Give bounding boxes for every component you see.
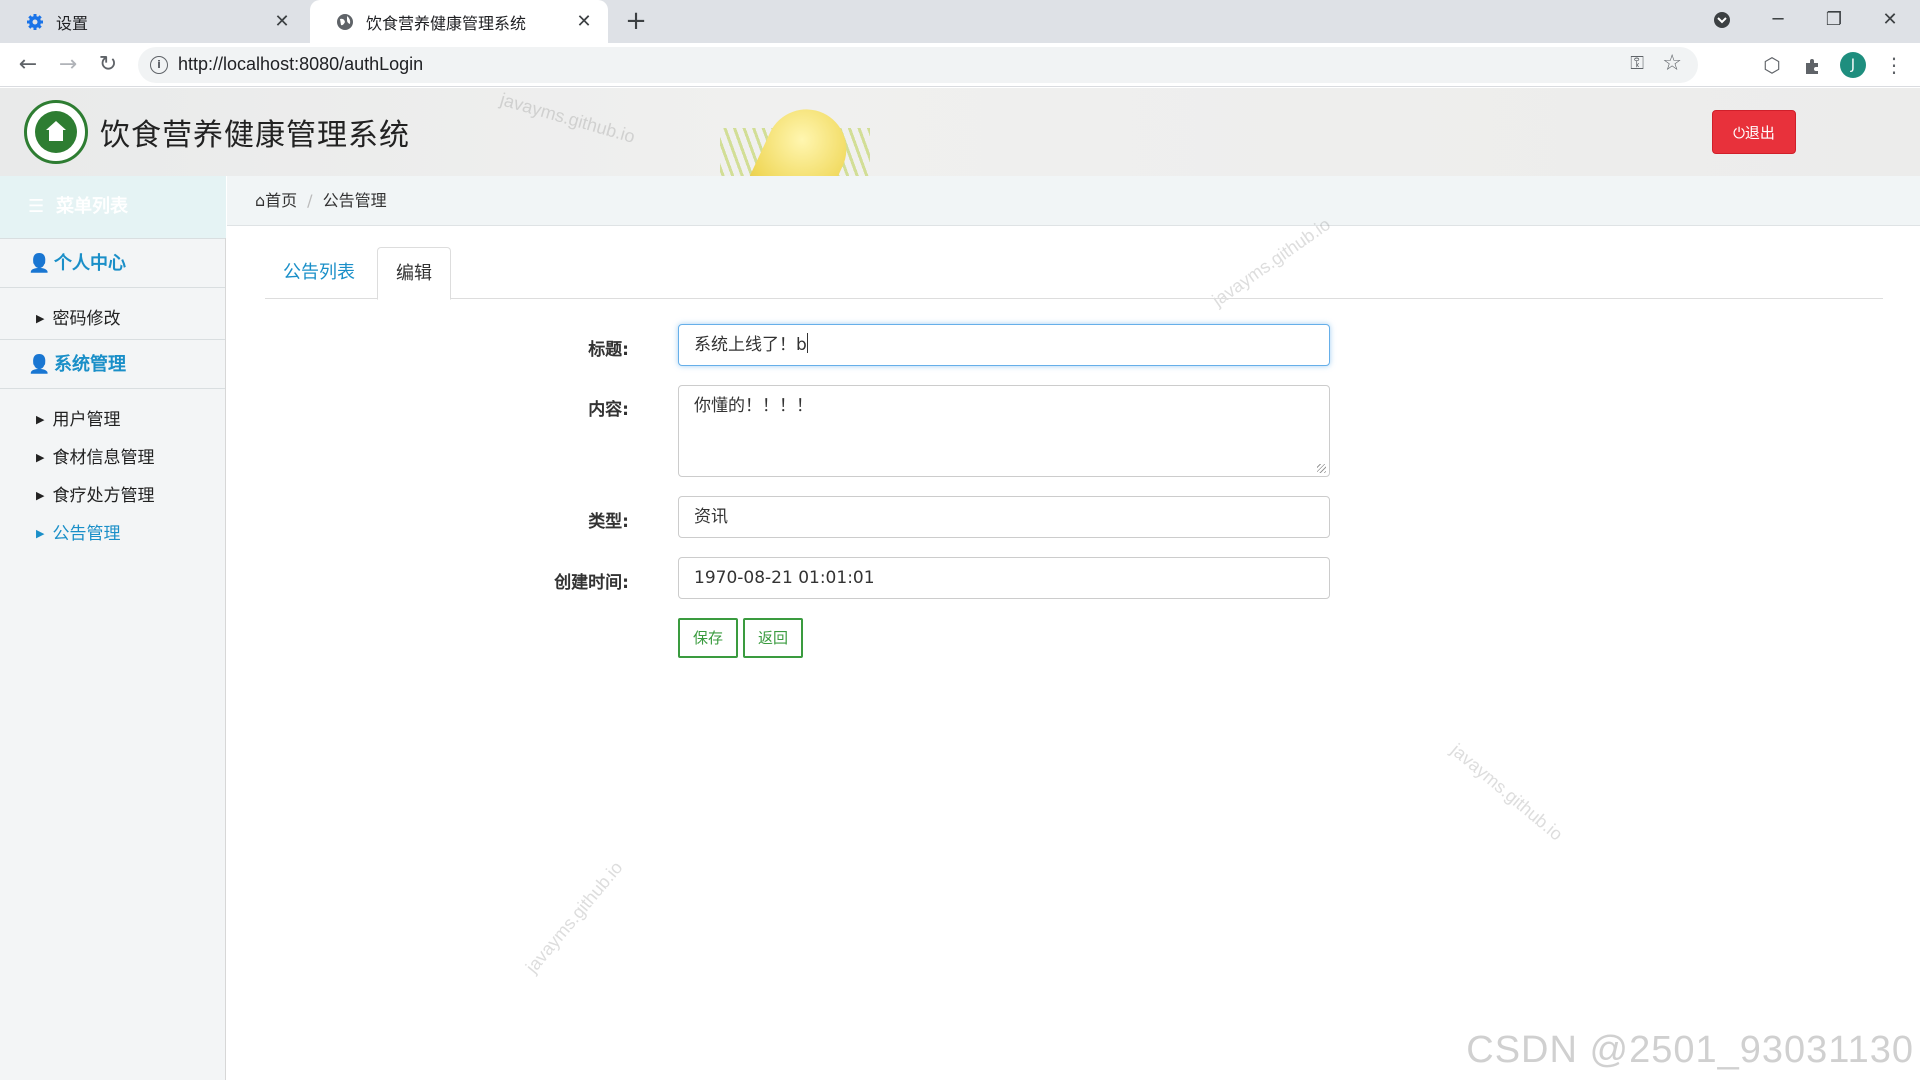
key-icon[interactable]: ⚿: [1630, 53, 1644, 74]
caret-right-icon: ▶: [36, 413, 45, 426]
reload-icon[interactable]: ↻: [94, 51, 122, 79]
watermark-text: javayms.github.io: [498, 89, 638, 147]
save-button[interactable]: 保存: [678, 618, 738, 658]
tab-edit[interactable]: 编辑: [377, 247, 451, 300]
extension-hexagon-icon[interactable]: ⬡: [1758, 51, 1786, 79]
sidebar-item-label: 食材信息管理: [52, 448, 155, 468]
sidebar-group-label: 个人中心: [54, 253, 126, 274]
new-tab-button[interactable]: +: [622, 8, 650, 36]
sidebar-item-label: 用户管理: [52, 410, 121, 430]
close-window-button[interactable]: ✕: [1862, 0, 1918, 43]
puzzle-extensions-icon[interactable]: [1798, 51, 1826, 79]
url-field[interactable]: i http://localhost:8080/authLogin ⚿ ☆: [138, 47, 1698, 83]
corn-banner-image: [700, 96, 900, 176]
caret-right-icon: ▶: [36, 489, 45, 502]
sidebar-item-label: 公告管理: [52, 524, 121, 544]
user-icon: 👤: [28, 253, 51, 274]
user-icon: 👤: [28, 354, 51, 375]
browser-tab-app[interactable]: 饮食营养健康管理系统 ✕: [310, 0, 608, 43]
back-arrow-icon[interactable]: ←: [14, 51, 42, 79]
text-cursor: [806, 333, 808, 353]
url-text: http://localhost:8080/authLogin: [178, 54, 424, 74]
content-textarea-value: 你懂的！！！！: [694, 396, 813, 416]
sidebar-header: ☰ 菜单列表: [0, 176, 226, 238]
address-bar: ← → ↻ i http://localhost:8080/authLogin …: [0, 43, 1920, 87]
bookmark-star-icon[interactable]: ☆: [1662, 51, 1682, 76]
breadcrumb-separator: /: [307, 191, 313, 210]
sidebar-item-label: 密码修改: [52, 309, 121, 329]
globe-icon: [336, 13, 354, 31]
created-time-input-value: 1970-08-21 01:01:01: [694, 568, 875, 588]
sidebar-item-prescriptions[interactable]: ▶ 食疗处方管理: [36, 481, 154, 506]
sidebar-group-personal[interactable]: 👤 个人中心: [0, 238, 225, 288]
sidebar-item-password[interactable]: ▶ 密码修改: [36, 304, 120, 329]
sidebar-group-label: 系统管理: [54, 354, 126, 375]
breadcrumb: ⌂首页 / 公告管理: [227, 176, 1920, 226]
sidebar-item-ingredients[interactable]: ▶ 食材信息管理: [36, 443, 154, 468]
content-label: 内容:: [588, 400, 629, 420]
resize-handle-icon[interactable]: [1317, 464, 1326, 473]
breadcrumb-current: 公告管理: [322, 191, 387, 210]
close-icon[interactable]: ✕: [574, 12, 594, 32]
caret-right-icon: ▶: [36, 527, 45, 540]
sidebar-item-announcements[interactable]: ▶ 公告管理: [36, 519, 120, 544]
sidebar: ☰ 菜单列表 👤 个人中心 ▶ 密码修改 👤 系统管理 ▶ 用户管理 ▶ 食材信息管理 ▶ 食…: [0, 176, 226, 1080]
type-input-value: 资讯: [694, 507, 728, 527]
watermark-text: javayms.github.io: [521, 857, 627, 977]
logout-button[interactable]: ⏻退出: [1712, 110, 1796, 154]
created-time-label: 创建时间:: [554, 573, 629, 593]
content-textarea[interactable]: 你懂的！！！！: [678, 385, 1330, 477]
list-icon: ☰: [28, 196, 45, 217]
info-icon[interactable]: i: [150, 56, 168, 74]
university-logo: [24, 100, 88, 164]
browser-tab-title: 设置: [56, 13, 89, 33]
restore-button[interactable]: ❐: [1806, 0, 1862, 43]
watermark-text: javayms.github.io: [1447, 739, 1567, 845]
csdn-watermark: CSDN @2501_93031130: [1466, 1029, 1914, 1071]
type-input[interactable]: 资讯: [678, 496, 1330, 538]
profile-avatar[interactable]: J: [1840, 52, 1866, 78]
app-header: 饮食营养健康管理系统 javayms.github.io ⏻退出: [0, 88, 1920, 176]
back-button[interactable]: 返回: [743, 618, 803, 658]
sidebar-title: 菜单列表: [56, 196, 128, 217]
forward-arrow-icon[interactable]: →: [54, 51, 82, 79]
caret-right-icon: ▶: [36, 451, 45, 464]
sidebar-item-label: 食疗处方管理: [52, 486, 155, 506]
caret-right-icon: ▶: [36, 312, 45, 325]
close-icon[interactable]: ✕: [272, 12, 292, 32]
type-label: 类型:: [588, 512, 629, 532]
sidebar-item-users[interactable]: ▶ 用户管理: [36, 405, 120, 430]
title-input[interactable]: 系统上线了！b: [678, 324, 1330, 366]
more-menu-icon[interactable]: ⋮: [1880, 51, 1908, 79]
created-time-input[interactable]: 1970-08-21 01:01:01: [678, 557, 1330, 599]
browser-tab-settings[interactable]: 设置 ✕: [0, 0, 306, 43]
content-tabs: 公告列表 编辑: [265, 247, 1883, 300]
sidebar-group-system[interactable]: 👤 系统管理: [0, 339, 225, 389]
breadcrumb-home[interactable]: 首页: [265, 191, 297, 210]
title-input-value: 系统上线了！b: [694, 335, 807, 355]
app-title: 饮食营养健康管理系统: [100, 118, 410, 153]
tab-announcement-list[interactable]: 公告列表: [265, 247, 373, 299]
title-label: 标题:: [588, 340, 629, 360]
tab-search-icon[interactable]: [1694, 0, 1750, 43]
minimize-button[interactable]: ─: [1750, 0, 1806, 43]
browser-tab-bar: 设置 ✕ 饮食营养健康管理系统 ✕ + ─ ❐ ✕: [0, 0, 1920, 43]
main-content: javayms.github.io javayms.github.io java…: [227, 214, 1920, 1080]
browser-tab-title: 饮食营养健康管理系统: [366, 13, 527, 33]
gear-icon: [26, 13, 44, 31]
home-icon[interactable]: ⌂: [255, 191, 265, 210]
